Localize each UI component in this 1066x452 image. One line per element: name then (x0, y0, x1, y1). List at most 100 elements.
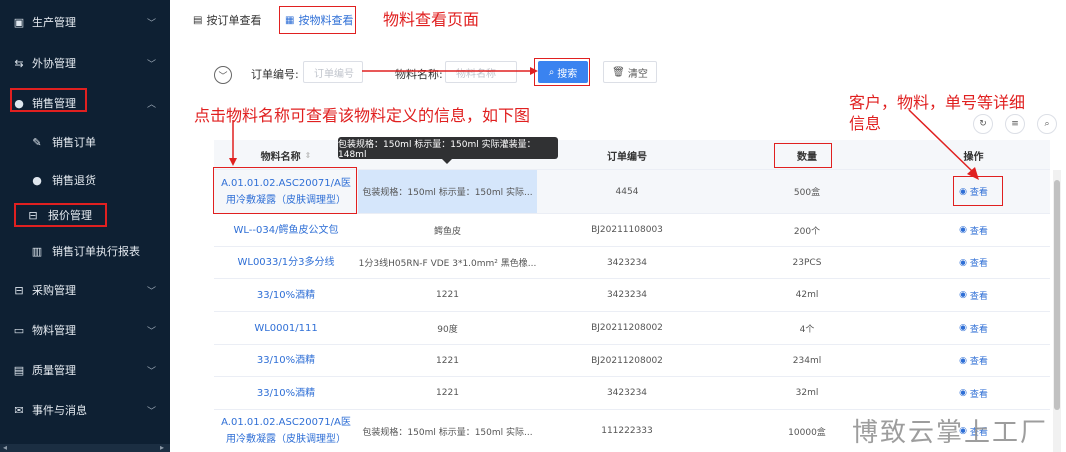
spec-cell: 鳄鱼皮 (433, 226, 461, 237)
flow-icon: ⇆ (14, 56, 24, 70)
eye-icon: ◉ (959, 355, 970, 366)
tab-by-order[interactable]: ▤ 按订单查看 (193, 12, 261, 28)
material-name-link[interactable]: WL--034/鳄鱼皮公文包 (214, 214, 358, 246)
order-no-cell: BJ20211108003 (591, 225, 663, 235)
edit-icon: ✎ (32, 135, 42, 149)
view-button[interactable]: ◉ 查看 (897, 247, 1050, 278)
chevron-down-icon: ﹀ (146, 366, 156, 377)
sidebar-item-sales-return[interactable]: ● 销售退货 (0, 160, 170, 200)
table-row: 33/10%酒精 1221 BJ20211208002 234ml ◉ 查看 (214, 345, 1050, 377)
chevron-down-icon: ﹀ (146, 18, 156, 29)
sidebar-item-production[interactable]: ▣ 生产管理 ﹀ (0, 2, 170, 42)
view-button[interactable]: ◉ 查看 (897, 312, 1050, 344)
material-name-link[interactable]: 33/10%酒精 (214, 345, 358, 376)
table-row: 33/10%酒精 1221 3423234 32ml ◉ 查看 (214, 377, 1050, 410)
header-label: 物料名称 (260, 151, 301, 163)
spec-cell: 1分3线H05RN-F VDE 3*1.0mm² 黑色橡... (358, 259, 537, 269)
sidebar-item-label: 生产管理 (32, 16, 76, 29)
sidebar-item-purchase[interactable]: ⊟ 采购管理 ﹀ (0, 270, 170, 310)
qty-cell: 234ml (792, 355, 822, 366)
sidebar-item-label: 质量管理 (32, 364, 76, 377)
eye-icon: ◉ (959, 225, 970, 235)
spec-cell: 包装规格：150ml 标示量：150ml 实际... (358, 170, 537, 213)
chevron-down-icon: ﹀ (218, 71, 228, 82)
material-name-link[interactable]: WL0033/1分3多分线 (214, 247, 358, 278)
sidebar-item-quality[interactable]: ▤ 质量管理 ﹀ (0, 350, 170, 390)
order-no-cell: 3423234 (606, 290, 648, 300)
view-label: 查看 (969, 389, 988, 400)
table-row: WL--034/鳄鱼皮公文包 鳄鱼皮 BJ20211108003 200个 ◉ … (214, 214, 1050, 247)
order-no-cell: BJ20211208002 (591, 355, 663, 366)
view-label: 查看 (969, 259, 988, 269)
order-no-cell: 4454 (615, 186, 639, 197)
order-no-cell: 3423234 (606, 257, 648, 268)
scroll-right-icon[interactable]: ▸ (160, 443, 164, 452)
annotation-box-search (534, 58, 590, 86)
sidebar-item-material[interactable]: ▭ 物料管理 ﹀ (0, 310, 170, 350)
spec-cell: 包装规格：150ml 标示量：150ml 实际... (362, 427, 533, 438)
eye-icon: ◉ (959, 257, 970, 268)
sidebar-item-label: 销售订单执行报表 (52, 245, 140, 258)
annotation-detail-hint-2: 信息 (849, 114, 882, 133)
annotation-box-qty-header (774, 143, 832, 168)
qty-cell: 32ml (795, 388, 819, 398)
column-header-order-no: 订单编号 (607, 151, 647, 163)
view-button[interactable]: ◉ 查看 (897, 214, 1050, 246)
watermark: 博致云掌上工厂 (852, 418, 1049, 448)
clear-button[interactable]: 🗑 清空 (603, 61, 657, 83)
order-no-label: 订单编号: (251, 68, 299, 81)
collapse-toggle[interactable]: ﹀ (214, 66, 232, 84)
sidebar-item-label: 销售订单 (52, 136, 96, 149)
qty-cell: 200个 (793, 226, 821, 237)
annotation-box-tab (279, 6, 356, 34)
sidebar-item-outsourcing[interactable]: ⇆ 外协管理 ﹀ (0, 43, 170, 83)
table-row: WL0033/1分3多分线 1分3线H05RN-F VDE 3*1.0mm² 黑… (214, 247, 1050, 279)
view-label: 查看 (969, 357, 988, 367)
chevron-down-icon: ﹀ (146, 326, 156, 337)
sort-icon[interactable]: ⇕ (305, 151, 312, 160)
sidebar-item-sales-report[interactable]: ▥ 销售订单执行报表 (0, 231, 170, 271)
annotation-page-title: 物料查看页面 (383, 10, 480, 29)
clear-button-label: 清空 (627, 68, 648, 80)
material-name-link[interactable]: A.01.01.02.ASC20071/A医用冷敷凝露（皮肤调理型） (214, 410, 358, 452)
sidebar-item-label: 物料管理 (32, 324, 76, 337)
spec-cell: 1221 (436, 355, 459, 366)
sidebar: ▣ 生产管理 ﹀ ⇆ 外协管理 ﹀ ● 销售管理 ︿ ✎ 销售订单 ● 销售退货… (0, 0, 170, 452)
sidebar-item-sales-order[interactable]: ✎ 销售订单 (0, 122, 170, 162)
table-row: 33/10%酒精 1221 3423234 42ml ◉ 查看 (214, 279, 1050, 312)
view-button[interactable]: ◉ 查看 (897, 377, 1050, 409)
material-name-link[interactable]: 33/10%酒精 (214, 279, 358, 311)
tab-label: 按订单查看 (206, 14, 262, 27)
table-scrollbar[interactable] (1053, 170, 1061, 452)
document-icon: ▤ (193, 14, 203, 26)
document-icon: ▣ (13, 15, 25, 29)
chevron-down-icon: ﹀ (146, 59, 156, 70)
view-button[interactable]: ◉ 查看 (897, 345, 1050, 376)
material-name-link[interactable]: WL0001/111 (214, 312, 358, 344)
spec-cell: 1221 (436, 290, 459, 300)
spec-tooltip: 包装规格：150ml 标示量：150ml 实际灌装量：148ml (338, 137, 558, 164)
sidebar-scrollbar[interactable]: ◂ ▸ (0, 443, 170, 452)
order-no-cell: 3423234 (606, 388, 648, 398)
view-label: 查看 (969, 291, 988, 302)
material-name-link[interactable]: 33/10%酒精 (214, 377, 358, 409)
chevron-up-icon: ︿ (146, 99, 156, 110)
sidebar-item-events[interactable]: ✉ 事件与消息 ﹀ (0, 390, 170, 430)
view-button[interactable]: ◉ 查看 (897, 279, 1050, 311)
annotation-click-hint: 点击物料名称可查看该物料定义的信息，如下图 (194, 106, 531, 125)
sidebar-item-label: 销售退货 (52, 174, 96, 187)
scroll-left-icon[interactable]: ◂ (3, 443, 7, 452)
annotation-box-quotation (14, 203, 107, 227)
stats-icon: ▤ (13, 363, 25, 377)
eye-icon: ◉ (959, 323, 970, 333)
eye-icon: ◉ (959, 290, 970, 300)
sidebar-item-label: 外协管理 (32, 57, 76, 70)
filter-settings-icon[interactable]: ≡ (1005, 114, 1025, 134)
annotation-box-sales (10, 88, 87, 112)
sidebar-item-label: 事件与消息 (32, 404, 87, 417)
scrollbar-thumb[interactable] (1054, 180, 1060, 410)
search-icon[interactable]: ⌕ (1037, 114, 1057, 134)
order-no-input[interactable]: 订单编号 (303, 61, 363, 83)
annotation-box-material-name (213, 167, 357, 214)
order-no-cell: BJ20211208002 (591, 323, 663, 333)
